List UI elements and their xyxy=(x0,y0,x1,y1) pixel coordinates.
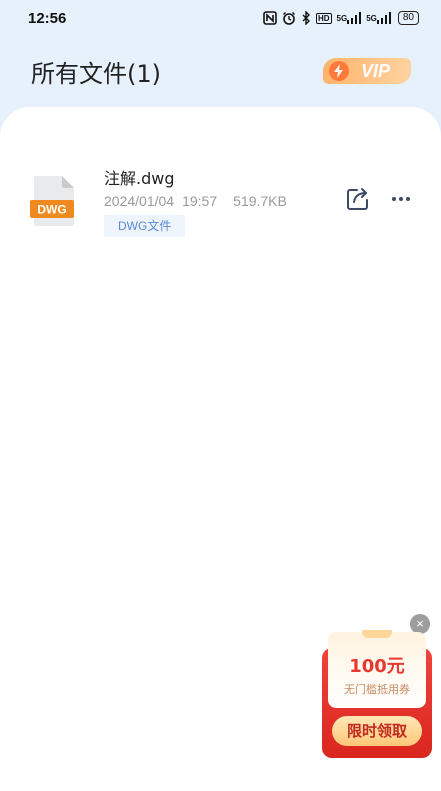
file-type-tag: DWG文件 xyxy=(104,215,186,237)
more-dot xyxy=(406,197,410,201)
header: 所有文件(1) VIP xyxy=(0,36,441,106)
bluetooth-icon xyxy=(301,11,311,25)
file-size: 519.7KB xyxy=(233,193,287,209)
file-type-label: DWG xyxy=(37,203,66,217)
battery-indicator: 80 xyxy=(397,11,419,25)
status-icons: HD 5G 5G 80 xyxy=(263,11,419,25)
file-date: 2024/01/04 xyxy=(104,193,175,209)
claim-coupon-button[interactable]: 限时领取 xyxy=(332,716,422,746)
share-icon[interactable] xyxy=(345,186,371,212)
nfc-icon xyxy=(263,11,277,25)
vip-badge[interactable]: VIP xyxy=(323,58,411,84)
page-title: 所有文件(1) xyxy=(31,59,161,88)
status-time: 12:56 xyxy=(28,9,67,27)
coupon-popup: × 100元 无门槛抵用券 限时领取 xyxy=(320,612,436,762)
more-dot xyxy=(399,197,403,201)
signal-5g-icon-2: 5G xyxy=(366,12,391,24)
alarm-icon xyxy=(282,11,296,25)
dwg-file-icon: DWG xyxy=(30,174,78,228)
close-icon[interactable]: × xyxy=(410,614,430,634)
signal-5g-icon: 5G xyxy=(337,12,362,24)
file-list-item[interactable]: DWG 注解.dwg 2024/01/04 19:57 519.7KB DWG文件 xyxy=(0,164,441,244)
status-bar: 12:56 HD 5G 5G 80 xyxy=(0,0,441,36)
coupon-amount: 100元 xyxy=(349,656,405,677)
file-name: 注解.dwg xyxy=(104,169,175,188)
file-time: 19:57 xyxy=(182,193,218,209)
lightning-icon xyxy=(329,61,349,81)
signal-5g-label: 5G xyxy=(336,13,348,23)
coupon-description: 无门槛抵用券 xyxy=(344,683,410,696)
hd-icon: HD xyxy=(315,12,332,24)
coupon-body[interactable]: 100元 无门槛抵用券 限时领取 xyxy=(322,630,432,758)
signal-5g-label-2: 5G xyxy=(366,13,377,23)
coupon-card: 100元 无门槛抵用券 xyxy=(328,630,426,708)
vip-label: VIP xyxy=(361,60,391,81)
more-options-icon[interactable] xyxy=(389,186,413,212)
coupon-ribbon xyxy=(362,630,392,638)
more-dot xyxy=(392,197,396,201)
file-meta: 2024/01/04 19:57 519.7KB xyxy=(104,193,295,209)
